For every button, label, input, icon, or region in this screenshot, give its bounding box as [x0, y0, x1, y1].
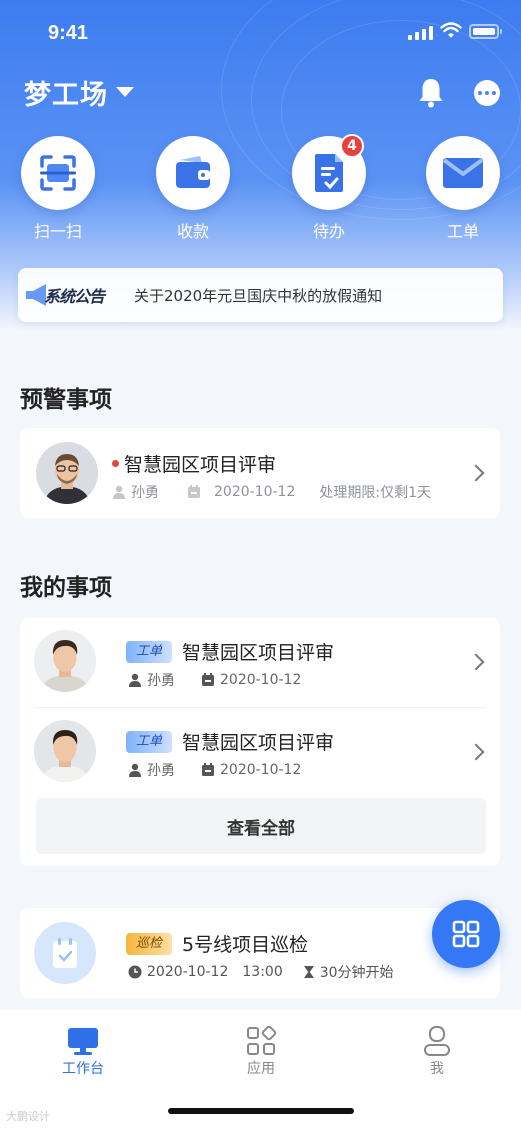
person-icon: [129, 673, 141, 687]
scan-icon: [40, 155, 76, 191]
alert-deadline: 处理期限:仅剩1天: [319, 485, 431, 501]
clock-icon: [128, 965, 142, 979]
hourglass-icon: [303, 966, 314, 978]
tab-me[interactable]: 我: [392, 1024, 482, 1078]
caret-down-icon: [116, 87, 134, 97]
tab-label: 工作台: [62, 1061, 104, 1077]
monitor-icon: [68, 1028, 98, 1055]
avatar: [34, 630, 96, 692]
inspection-countdown: 30分钟开始: [319, 965, 394, 981]
quick-action-label: 收款: [176, 222, 209, 241]
mail-icon: [442, 158, 484, 188]
cellular-signal-icon: [408, 26, 433, 40]
quick-action-scan[interactable]: 扫一扫: [18, 136, 98, 242]
more-icon[interactable]: [474, 80, 500, 106]
apps-icon: [247, 1026, 276, 1055]
person-icon: [113, 485, 125, 499]
section-title-my-items: 我的事项: [20, 575, 112, 601]
my-items-card: 工单 智慧园区项目评审 孙勇 2020-10-12 工单 智慧园区项目评审 孙勇…: [20, 618, 500, 866]
wallet-icon: [176, 156, 210, 188]
list-item[interactable]: 工单 智慧园区项目评审 孙勇 2020-10-12: [20, 708, 500, 796]
quick-action-label: 待办: [312, 222, 345, 241]
tab-apps[interactable]: 应用: [216, 1024, 306, 1078]
workspace-switcher[interactable]: 梦工场: [24, 74, 134, 111]
item-person: 孙勇: [147, 673, 175, 689]
alert-item-title: 智慧园区项目评审: [124, 454, 277, 476]
alert-item-card[interactable]: 智慧园区项目评审 孙勇 2020-10-12 处理期限:仅剩1天: [20, 428, 500, 518]
avatar: [34, 720, 96, 782]
status-time: 9:41: [48, 22, 89, 44]
item-title: 智慧园区项目评审: [182, 642, 335, 664]
inspection-card[interactable]: 巡检 5号线项目巡检 2020-10-12 13:00 30分钟开始: [20, 908, 500, 998]
profile-icon: [424, 1026, 450, 1056]
ticket-tag: 工单: [126, 640, 173, 663]
system-notice-bar[interactable]: 系统公告 关于2020年元旦国庆中秋的放假通知: [18, 268, 503, 322]
tab-workbench[interactable]: 工作台: [38, 1024, 128, 1078]
quick-menu-button[interactable]: [432, 900, 500, 968]
todo-count-badge: 4: [340, 134, 364, 158]
home-indicator[interactable]: [168, 1108, 354, 1114]
bell-icon[interactable]: [416, 76, 446, 108]
alert-person: 孙勇: [131, 485, 159, 501]
inspection-date: 2020-10-12: [147, 964, 229, 980]
wifi-icon: [440, 22, 462, 38]
ticket-tag: 工单: [126, 730, 173, 753]
status-bar: 9:41: [0, 0, 521, 66]
calendar-icon: [202, 763, 214, 776]
battery-icon: [469, 24, 502, 39]
inspection-icon: [34, 922, 96, 984]
view-all-button[interactable]: 查看全部: [36, 798, 486, 854]
quick-action-todo[interactable]: 4 待办: [289, 134, 369, 242]
chevron-right-icon: [467, 743, 485, 761]
notice-tag: 系统公告: [24, 280, 124, 310]
tab-label: 我: [430, 1061, 444, 1077]
item-person: 孙勇: [147, 763, 175, 779]
apps-grid-icon: [452, 920, 480, 948]
item-date: 2020-10-12: [220, 672, 302, 688]
list-item[interactable]: 工单 智慧园区项目评审 孙勇 2020-10-12: [20, 618, 500, 706]
section-title-alerts: 预警事项: [20, 387, 112, 413]
calendar-icon: [188, 485, 200, 498]
inspection-time: 13:00: [242, 964, 283, 980]
quick-action-label: 工单: [446, 222, 479, 241]
alert-date: 2020-10-12: [214, 484, 296, 500]
quick-action-label: 扫一扫: [33, 222, 82, 241]
person-icon: [129, 763, 141, 777]
inspection-title: 5号线项目巡检: [182, 934, 309, 956]
watermark: 大鹏设计: [6, 1110, 50, 1123]
inspection-tag: 巡检: [126, 932, 173, 955]
item-title: 智慧园区项目评审: [182, 732, 335, 754]
workspace-title: 梦工场: [24, 79, 108, 111]
quick-action-ticket[interactable]: 工单: [423, 136, 503, 242]
avatar: [36, 442, 98, 504]
chevron-right-icon: [467, 653, 485, 671]
todo-document-icon: [315, 154, 343, 192]
tab-label: 应用: [247, 1061, 275, 1077]
calendar-icon: [202, 673, 214, 686]
chevron-right-icon: [467, 464, 485, 482]
notice-text: 关于2020年元旦国庆中秋的放假通知: [134, 286, 383, 305]
quick-action-collect[interactable]: 收款: [153, 136, 233, 242]
notice-tag-label: 系统公告: [44, 287, 105, 306]
item-date: 2020-10-12: [220, 762, 302, 778]
alert-dot-icon: [112, 460, 119, 467]
